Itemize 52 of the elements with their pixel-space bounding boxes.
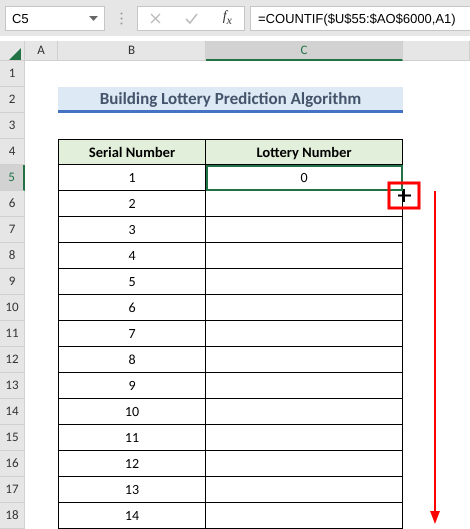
row-header[interactable]: 14	[0, 399, 25, 425]
cancel-icon[interactable]	[150, 12, 162, 24]
table-cell: 12	[58, 451, 206, 477]
row-header[interactable]: 13	[0, 373, 25, 399]
row-header[interactable]: 4	[0, 139, 25, 165]
select-all-button[interactable]	[0, 41, 25, 61]
table-cell[interactable]: 0	[206, 165, 403, 191]
row-header[interactable]: 16	[0, 451, 25, 477]
row-header[interactable]: 1	[0, 61, 25, 87]
row-header[interactable]: 12	[0, 347, 25, 373]
row-header[interactable]: 15	[0, 425, 25, 451]
table-cell: 10	[58, 399, 206, 425]
row-header[interactable]: 8	[0, 243, 25, 269]
table-cell: 5	[58, 269, 206, 295]
drag-handle-icon[interactable]	[120, 12, 122, 24]
sheet-title: Building Lottery Prediction Algorithm	[58, 87, 403, 113]
row-header[interactable]: 17	[0, 477, 25, 503]
table-cell: 4	[58, 243, 206, 269]
column-header[interactable]: A	[25, 41, 58, 61]
row-header[interactable]: 11	[0, 321, 25, 347]
row-header[interactable]: 18	[0, 503, 25, 529]
table-cell: 6	[58, 295, 206, 321]
row-header[interactable]: 7	[0, 217, 25, 243]
table-cell: 14	[58, 503, 206, 529]
table-cell: 3	[58, 217, 206, 243]
table-cell: 1	[58, 165, 206, 191]
fill-handle-highlight-icon	[388, 182, 420, 210]
row-header[interactable]: 3	[0, 113, 25, 139]
column-header[interactable]: C	[206, 41, 403, 61]
column-header[interactable]	[403, 41, 470, 61]
table-cell: 11	[58, 425, 206, 451]
row-header[interactable]: 6	[0, 191, 25, 217]
table-cell: 2	[58, 191, 206, 217]
formula-field[interactable]: =COUNTIF($U$55:$AO$6000,A1)	[250, 6, 470, 30]
check-icon[interactable]	[185, 12, 198, 24]
column-heading: Serial Number	[58, 139, 206, 165]
table-cell: 8	[58, 347, 206, 373]
name-box[interactable]: C5	[5, 6, 105, 30]
table-cell: 13	[58, 477, 206, 503]
crosshair-cursor-icon	[397, 188, 412, 203]
row-header[interactable]: 5	[0, 165, 25, 191]
table-cell: 7	[58, 321, 206, 347]
cell-reference: C5	[12, 10, 29, 26]
table-cell: 9	[58, 373, 206, 399]
column-heading: Lottery Number	[206, 139, 403, 165]
row-header[interactable]: 10	[0, 295, 25, 321]
row-header[interactable]: 9	[0, 269, 25, 295]
down-arrow-icon	[430, 191, 440, 524]
column-header[interactable]: B	[58, 41, 206, 61]
row-header[interactable]: 2	[0, 87, 25, 113]
dropdown-caret-icon[interactable]	[89, 16, 98, 20]
insert-function-button[interactable]: f$_{x}$	[222, 9, 232, 27]
